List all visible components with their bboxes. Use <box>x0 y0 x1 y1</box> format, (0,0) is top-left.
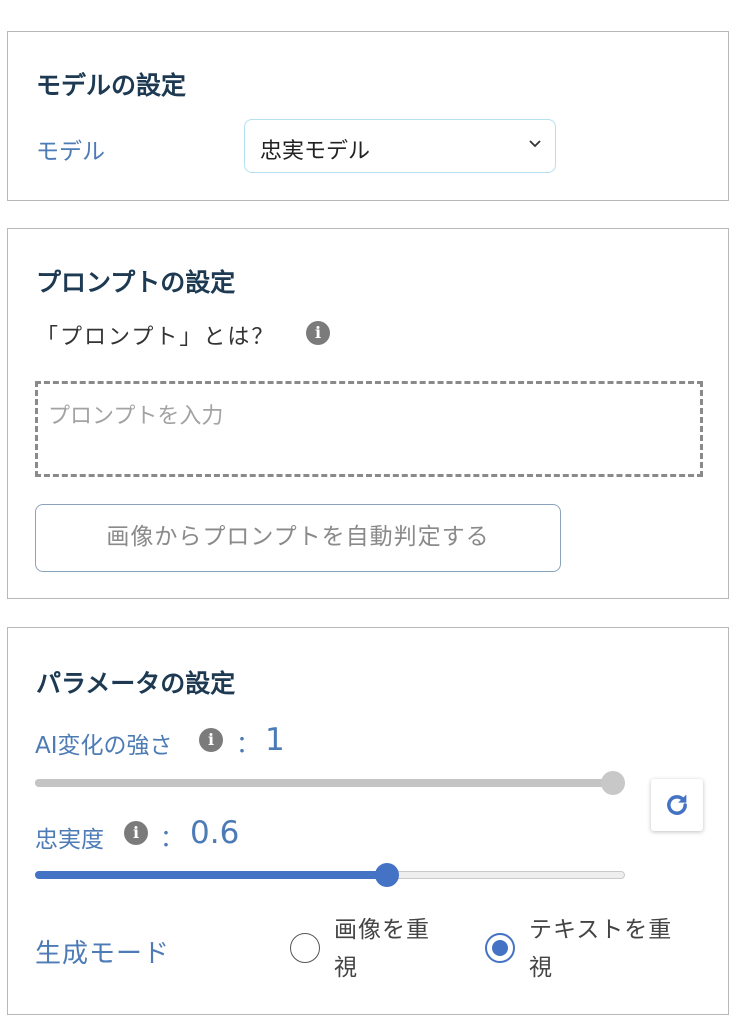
fidelity-slider[interactable] <box>35 861 625 889</box>
slider-thumb[interactable] <box>601 771 625 795</box>
reset-button[interactable] <box>651 779 703 831</box>
parameter-settings-title: パラメータの設定 <box>36 669 236 698</box>
ai-strength-colon: ： <box>236 730 260 758</box>
radio-image-priority[interactable] <box>290 933 320 963</box>
prompt-input-placeholder: プロンプトを入力 <box>48 404 224 429</box>
model-label: モデル <box>36 139 105 165</box>
refresh-icon <box>667 794 687 815</box>
ai-strength-value: 1 <box>265 722 285 758</box>
generation-mode-label: 生成モード <box>35 939 171 969</box>
slider-fill <box>35 871 387 879</box>
ai-strength-slider[interactable] <box>35 769 625 797</box>
ai-strength-label: AI変化の強さ <box>35 733 173 759</box>
info-icon[interactable]: i <box>124 821 148 845</box>
slider-thumb[interactable] <box>375 863 399 887</box>
prompt-settings-card: プロンプトの設定 「プロンプト」とは？ i プロンプトを入力 画像からプロンプト… <box>7 228 729 599</box>
radio-label-line: 画像を重 <box>334 917 430 943</box>
info-icon[interactable]: i <box>306 321 330 345</box>
model-settings-title: モデルの設定 <box>36 71 187 100</box>
info-icon[interactable]: i <box>199 728 223 752</box>
auto-detect-prompt-button[interactable]: 画像からプロンプトを自動判定する <box>35 504 561 572</box>
parameter-settings-card: パラメータの設定 AI変化の強さ i ： 1 忠実度 i ： 0.6 生成モード… <box>7 627 729 1015</box>
fidelity-label: 忠実度 <box>35 827 104 853</box>
model-select[interactable]: 忠実モデル <box>244 119 556 173</box>
chevron-down-icon <box>529 140 541 148</box>
radio-label-line: 視 <box>529 955 553 981</box>
fidelity-colon: ： <box>160 824 184 852</box>
model-select-value: 忠実モデル <box>260 139 371 164</box>
radio-label-line: テキストを重 <box>529 917 673 943</box>
prompt-input[interactable]: プロンプトを入力 <box>35 381 703 477</box>
radio-text-priority[interactable] <box>485 933 515 963</box>
fidelity-value: 0.6 <box>190 815 240 851</box>
slider-fill <box>35 779 613 787</box>
model-settings-card: モデルの設定 モデル 忠実モデル <box>7 31 729 201</box>
prompt-help-text[interactable]: 「プロンプト」とは？ <box>36 319 275 351</box>
radio-selected-dot <box>492 940 508 956</box>
prompt-settings-title: プロンプトの設定 <box>36 268 236 297</box>
radio-text-priority-label[interactable]: テキストを重 視 <box>529 911 699 987</box>
radio-label-line: 視 <box>334 955 358 981</box>
radio-image-priority-label[interactable]: 画像を重 視 <box>334 911 454 987</box>
